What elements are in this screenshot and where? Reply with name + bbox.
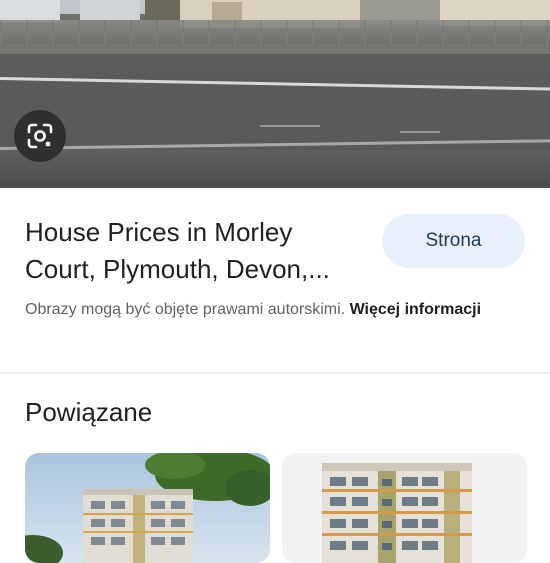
result-title[interactable]: House Prices in Morley Court, Plymouth, … bbox=[25, 214, 375, 288]
section-divider bbox=[0, 372, 550, 374]
related-thumbnail-image bbox=[322, 463, 472, 563]
visit-site-button[interactable]: Strona bbox=[382, 214, 525, 268]
result-title-line1: House Prices in Morley bbox=[25, 217, 293, 247]
google-lens-icon bbox=[27, 123, 53, 149]
related-thumbnail[interactable] bbox=[25, 453, 270, 563]
result-title-line2: Court, Plymouth, Devon,... bbox=[25, 254, 330, 284]
image-curb bbox=[0, 44, 550, 54]
image-tree bbox=[145, 0, 180, 22]
copyright-text: Obrazy mogą być objęte prawami autorskim… bbox=[25, 301, 346, 318]
image-building bbox=[80, 0, 140, 20]
related-thumbnail[interactable] bbox=[282, 453, 527, 563]
google-lens-button[interactable] bbox=[14, 110, 66, 162]
related-thumbnail-image bbox=[25, 453, 270, 563]
image-road-marking bbox=[400, 131, 440, 133]
image-fence bbox=[0, 20, 550, 46]
image-sidewalk bbox=[0, 150, 550, 188]
image-road-marking bbox=[260, 125, 320, 127]
image-curb-line bbox=[0, 139, 550, 150]
more-info-link[interactable]: Więcej informacji bbox=[350, 301, 481, 318]
copyright-notice: Obrazy mogą być objęte prawami autorskim… bbox=[25, 297, 495, 323]
image-road-marking bbox=[0, 77, 550, 91]
related-heading: Powiązane bbox=[25, 397, 153, 427]
image-building bbox=[0, 0, 60, 22]
hero-image[interactable] bbox=[0, 0, 550, 188]
